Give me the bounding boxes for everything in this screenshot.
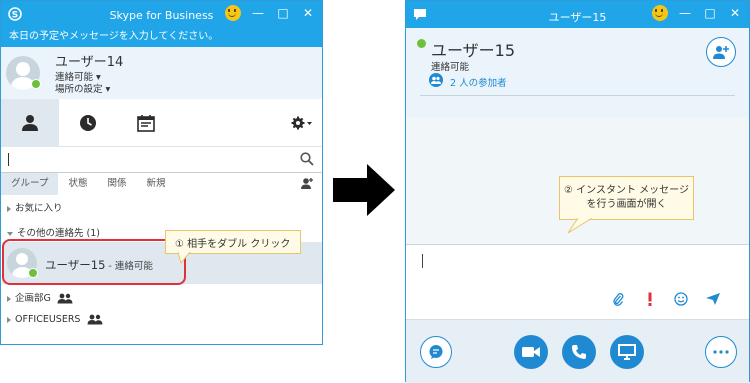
chat-icon	[429, 345, 443, 359]
tab-meetings[interactable]	[117, 99, 175, 147]
location-dropdown[interactable]: 場所の設定 ▾	[55, 81, 110, 95]
group-people-icon	[57, 293, 73, 304]
phone-icon	[572, 345, 586, 359]
highlight-frame	[2, 239, 186, 285]
minimize-button[interactable]: —	[250, 5, 266, 21]
more-icon	[713, 350, 729, 354]
callout-pointer	[567, 218, 593, 234]
group-favorites[interactable]: お気に入り	[7, 200, 63, 214]
minimize-button[interactable]: —	[677, 5, 693, 21]
emoticon-picker-icon[interactable]	[674, 292, 688, 306]
options-button[interactable]	[282, 99, 322, 146]
more-options-button[interactable]	[705, 336, 737, 368]
callout-1-text: ① 相手をダブル クリック	[175, 239, 291, 250]
tab-contacts[interactable]	[1, 99, 59, 147]
send-icon[interactable]	[706, 293, 720, 305]
contact-name: ユーザー15	[431, 41, 516, 60]
share-screen-button[interactable]	[610, 335, 644, 369]
maximize-button[interactable]: □	[275, 5, 291, 21]
close-button[interactable]: ✕	[727, 5, 743, 21]
transition-arrow-icon	[333, 164, 395, 216]
contacts-icon	[22, 115, 38, 131]
group-label: OFFICEUSERS	[15, 314, 81, 325]
group-label: 企画部G	[15, 293, 51, 304]
add-contact-icon[interactable]	[300, 177, 314, 191]
group-label: お気に入り	[15, 203, 63, 214]
title-bar[interactable]: S Skype for Business — □ ✕	[1, 1, 322, 28]
calendar-icon	[137, 115, 155, 132]
audio-call-button[interactable]	[562, 335, 596, 369]
callout-im-window: ② インスタント メッセージ を行う画面が開く	[559, 176, 694, 220]
callout-2-line1: ② インスタント メッセージ	[564, 185, 689, 196]
skype-main-window: S Skype for Business — □ ✕ 本日の予定やメッセージを入…	[0, 0, 323, 345]
video-camera-icon	[522, 347, 540, 357]
callout-double-click: ① 相手をダブル クリック	[165, 230, 301, 254]
filter-new[interactable]: 新規	[136, 173, 175, 195]
callout-2-line2: を行う画面が開く	[586, 199, 667, 210]
conversation-title-bar[interactable]: ユーザー15 — □ ✕	[406, 1, 749, 28]
participants-link[interactable]: 2 人の参加者	[450, 75, 507, 89]
filter-status[interactable]: 状態	[58, 173, 97, 195]
group-people-icon	[87, 314, 102, 325]
emoticon-icon[interactable]	[225, 5, 241, 21]
group-other-contacts[interactable]: その他の連絡先 (1)	[7, 225, 100, 239]
filter-relationship[interactable]: 関係	[97, 173, 136, 195]
maximize-button[interactable]: □	[702, 5, 718, 21]
participants-icon	[429, 73, 443, 87]
im-button[interactable]	[420, 336, 452, 368]
expand-icon	[7, 316, 11, 323]
conversation-window: ユーザー15 — □ ✕ ユーザー15 連絡可能 2 人の参加者 ② インスタン…	[405, 0, 750, 383]
search-box[interactable]	[1, 147, 322, 173]
presence-icon	[417, 39, 426, 48]
attach-icon[interactable]	[612, 292, 624, 306]
message-compose[interactable]	[406, 244, 749, 319]
contact-status: 連絡可能	[431, 62, 470, 73]
search-icon[interactable]	[300, 152, 314, 166]
add-person-icon	[713, 46, 729, 59]
close-button[interactable]: ✕	[300, 5, 316, 21]
emoticon-icon[interactable]	[652, 5, 668, 21]
gear-icon	[291, 116, 312, 129]
call-controls-bar	[406, 319, 749, 383]
expand-icon	[7, 205, 11, 212]
urgent-icon[interactable]	[647, 292, 653, 306]
collapse-icon	[7, 231, 13, 236]
group-label: その他の連絡先 (1)	[17, 228, 100, 239]
main-tabs	[1, 99, 322, 147]
filter-tabs: グループ 状態 関係 新規	[1, 173, 322, 195]
my-presence-icon	[31, 79, 41, 89]
my-profile: ユーザー14 連絡可能 ▾ 場所の設定 ▾	[1, 47, 322, 99]
add-participant-button[interactable]	[706, 37, 736, 67]
text-cursor	[8, 153, 9, 166]
video-call-button[interactable]	[514, 335, 548, 369]
header-divider	[420, 95, 735, 96]
filter-groups[interactable]: グループ	[1, 173, 59, 195]
mood-message-input[interactable]: 本日の予定やメッセージを入力してください。	[1, 28, 322, 47]
my-name: ユーザー14	[55, 55, 124, 70]
expand-icon	[7, 295, 11, 302]
group-office-users[interactable]: OFFICEUSERS	[7, 314, 103, 325]
monitor-icon	[618, 344, 636, 360]
text-cursor	[422, 254, 423, 268]
group-planning[interactable]: 企画部G	[7, 290, 73, 304]
tab-conversations[interactable]	[59, 99, 117, 147]
callout-pointer	[178, 252, 191, 264]
clock-icon	[80, 115, 96, 131]
